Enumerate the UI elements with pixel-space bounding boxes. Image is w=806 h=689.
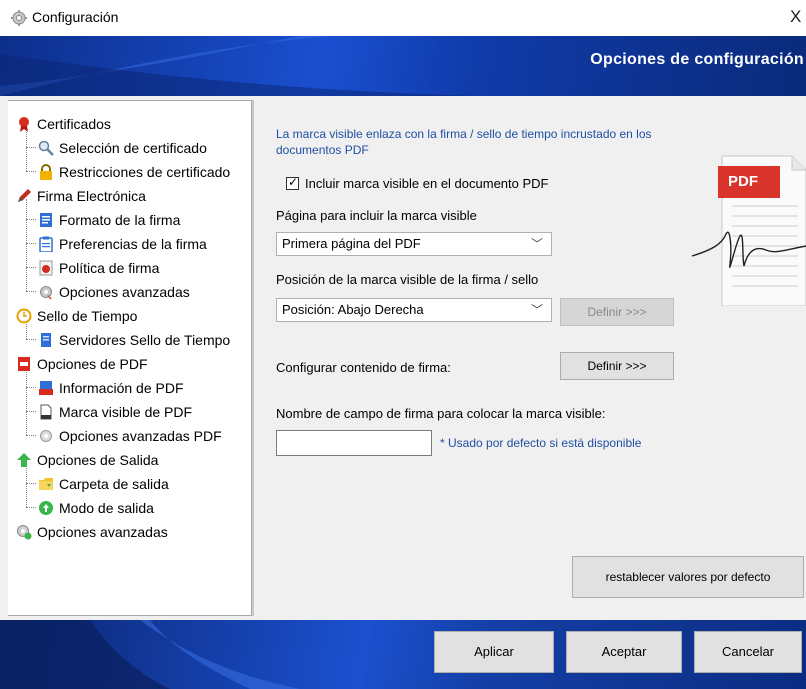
chevron-down-icon: ﹀ [530, 303, 543, 317]
tree-item-label: Firma Electrónica [37, 188, 146, 204]
tree-item-label: Opciones avanzadas PDF [59, 428, 222, 444]
tree-item-opciones-salida[interactable]: Opciones de Salida [16, 449, 158, 471]
apply-button[interactable]: Aplicar [434, 631, 554, 673]
tree-item-modo-salida[interactable]: Modo de salida [38, 497, 154, 519]
page-label: Página para incluir la marca visible [276, 208, 477, 223]
gear-icon [17, 525, 32, 540]
settings-gear-icon [11, 10, 27, 26]
header-banner: Opciones de configuración [0, 36, 806, 96]
accept-button[interactable]: Aceptar [566, 631, 682, 673]
tree-item-label: Opciones avanzadas [37, 524, 168, 540]
tree-item-label: Servidores Sello de Tiempo [59, 332, 231, 348]
document-icon [40, 213, 52, 227]
tree-item-label: Certificados [37, 116, 111, 132]
tree-item-firma-electronica[interactable]: Firma Electrónica [16, 185, 146, 207]
tree-item-formato-firma[interactable]: Formato de la firma [38, 209, 180, 231]
reset-defaults-button[interactable]: restablecer valores por defecto [572, 556, 804, 598]
clock-icon [16, 308, 32, 324]
tree-item-label: Modo de salida [59, 500, 154, 516]
tree-item-label: Información de PDF [59, 380, 184, 396]
title-bar: Configuración X [0, 0, 806, 36]
tree-item-opciones-avanzadas-pdf[interactable]: Opciones avanzadas PDF [38, 425, 222, 447]
field-name-hint: * Usado por defecto si está disponible [440, 436, 642, 450]
define-position-button[interactable]: Definir >>> [560, 298, 674, 326]
tree-item-opciones-pdf[interactable]: Opciones de PDF [16, 353, 148, 375]
tree-item-label: Política de firma [59, 260, 160, 276]
server-icon [41, 333, 51, 347]
tree-item-label: Preferencias de la firma [59, 236, 207, 252]
footer-bar: Aplicar Aceptar Cancelar [0, 620, 806, 689]
position-label: Posición de la marca visible de la firma… [276, 272, 539, 287]
close-button[interactable]: X [790, 6, 806, 28]
check-icon: ✓ [288, 175, 299, 189]
tree-item-preferencias-firma[interactable]: Preferencias de la firma [38, 233, 207, 255]
footer-decoration [0, 620, 300, 689]
content-label: Configurar contenido de firma: [276, 360, 451, 375]
define-content-button[interactable]: Definir >>> [560, 352, 674, 380]
clipboard-icon [39, 236, 53, 252]
green-circle-icon [39, 501, 53, 515]
pdf-badge-text: PDF [728, 173, 758, 190]
policy-icon [39, 260, 53, 276]
tree-item-label: Opciones avanzadas [59, 284, 190, 300]
tree-item-label: Opciones de Salida [37, 452, 159, 468]
tree-item-servidores-sello[interactable]: Servidores Sello de Tiempo [38, 329, 230, 351]
tree-item-label: Sello de Tiempo [37, 308, 138, 324]
tree-item-carpeta-salida[interactable]: Carpeta de salida [38, 473, 169, 495]
include-visible-mark-row[interactable]: ✓ Incluir marca visible en el documento … [286, 175, 549, 191]
window-title: Configuración [32, 9, 119, 25]
tree-item-label: Formato de la firma [59, 212, 181, 228]
include-visible-mark-checkbox[interactable]: ✓ [286, 175, 299, 190]
tree-item-label: Selección de certificado [59, 140, 207, 156]
tree-item-sello-tiempo[interactable]: Sello de Tiempo [16, 305, 137, 327]
tree-item-certificados[interactable]: Certificados [16, 113, 111, 135]
page-icon [40, 404, 52, 420]
field-name-input[interactable] [276, 430, 432, 456]
panel-divider [252, 100, 254, 616]
pdf-red-icon [18, 357, 30, 371]
pdf-signature-illustration [692, 155, 806, 306]
content-panel: La marca visible enlaza con la firma / s… [258, 100, 806, 616]
position-select[interactable]: Posición: Abajo Derecha ﹀ [276, 298, 552, 322]
tree-item-restricciones-certificado[interactable]: Restricciones de certificado [38, 161, 230, 183]
tree-item-opciones-avanzadas[interactable]: Opciones avanzadas [16, 521, 168, 543]
page-select-value: Primera página del PDF [282, 236, 421, 251]
pen-icon [18, 189, 31, 202]
tree-item-informacion-pdf[interactable]: Información de PDF [38, 377, 184, 399]
cancel-button[interactable]: Cancelar [694, 631, 802, 673]
pdf-info-icon [39, 381, 53, 395]
include-visible-mark-label: Incluir marca visible en el documento PD… [305, 176, 549, 191]
up-arrow-icon [17, 453, 31, 467]
position-select-value: Posición: Abajo Derecha [282, 302, 424, 317]
page-select[interactable]: Primera página del PDF ﹀ [276, 232, 552, 256]
magnifier-icon [38, 140, 54, 156]
ribbon-icon [19, 117, 29, 132]
tree-item-label: Marca visible de PDF [59, 404, 193, 420]
tree-item-seleccion-certificado[interactable]: Selección de certificado [38, 137, 207, 159]
chevron-down-icon: ﹀ [530, 237, 543, 251]
options-tree: Certificados Selección de certificado Re… [8, 100, 252, 616]
info-text: La marca visible enlaza con la firma / s… [276, 127, 652, 157]
tree-item-label: Carpeta de salida [59, 476, 169, 492]
folder-icon [39, 478, 53, 490]
tree-item-label: Restricciones de certificado [59, 164, 231, 180]
lock-icon [40, 164, 52, 180]
gear-icon [40, 430, 52, 442]
field-name-label: Nombre de campo de firma para colocar la… [276, 406, 606, 421]
gear-icon [40, 286, 52, 299]
main-panel: Certificados Selección de certificado Re… [0, 96, 806, 620]
header-title: Opciones de configuración [590, 51, 804, 68]
tree-item-politica-firma[interactable]: Política de firma [38, 257, 159, 279]
tree-item-marca-visible-pdf[interactable]: Marca visible de PDF [38, 401, 192, 423]
tree-item-label: Opciones de PDF [37, 356, 148, 372]
tree-item-opciones-avanzadas-firma[interactable]: Opciones avanzadas [38, 281, 190, 303]
